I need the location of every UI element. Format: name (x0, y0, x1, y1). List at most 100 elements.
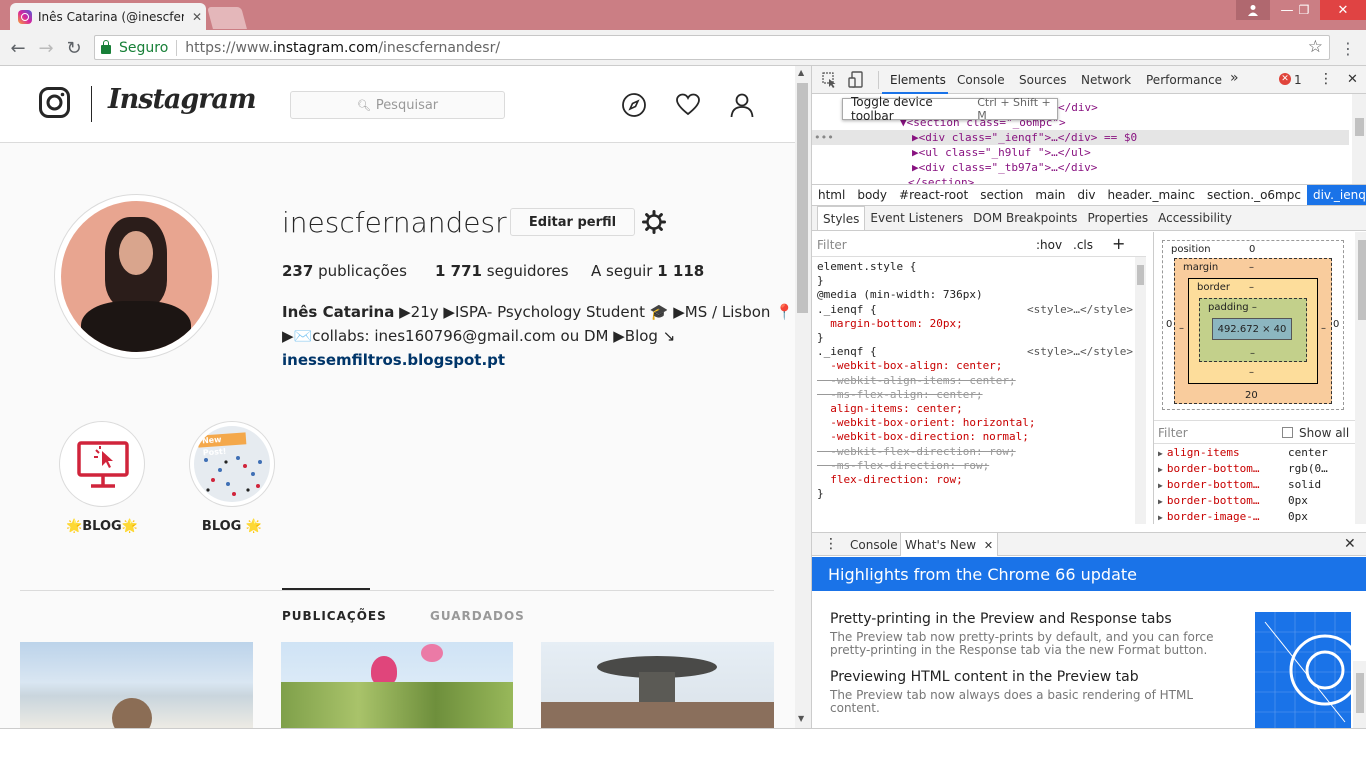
story-highlight-2[interactable]: New Post! (189, 421, 275, 507)
browser-tab-active[interactable]: Inês Catarina (@inescferr ✕ (10, 3, 206, 30)
scrollbar-thumb[interactable] (797, 83, 808, 313)
style-rule-line[interactable]: -webkit-align-items: center; (817, 374, 1137, 388)
instagram-wordmark[interactable]: Instagram (108, 84, 257, 115)
breadcrumb-section-o6mpc[interactable]: section._o6mpc (1201, 185, 1307, 205)
add-rule-icon[interactable]: + (1112, 234, 1125, 253)
close-tab-icon[interactable]: ✕ (984, 539, 993, 552)
inspect-element-icon[interactable] (822, 72, 838, 88)
restore-icon[interactable]: ❐ (1287, 0, 1321, 20)
devtools-tab-console[interactable]: Console (957, 73, 1005, 87)
expand-triangle-icon[interactable]: ▶ (1158, 481, 1163, 490)
expand-triangle-icon[interactable]: ▶ (1158, 465, 1163, 474)
dom-line-5[interactable]: </section> (908, 175, 1366, 184)
dom-line-3[interactable]: ▶<ul class="_h9luf ">…</ul> (912, 145, 1366, 160)
style-rule-line[interactable]: element.style { (817, 260, 1137, 274)
style-rule-line[interactable]: -ms-flex-align: center; (817, 388, 1137, 402)
devtools-menu-icon[interactable]: ⋮ (1319, 71, 1333, 87)
breadcrumb-div[interactable]: div (1071, 185, 1101, 205)
profile-person-icon[interactable] (729, 92, 755, 118)
subtab-event-listeners[interactable]: Event Listeners (865, 206, 968, 230)
drawer-close-icon[interactable]: ✕ (1344, 536, 1356, 552)
device-toolbar-icon[interactable] (848, 71, 864, 89)
style-source-link[interactable]: <style>…</style> (1027, 345, 1133, 359)
breadcrumb-body[interactable]: body (851, 185, 893, 205)
computed-prop-row[interactable]: ▶ border-bottom… 0px (1158, 494, 1354, 510)
subtab-properties[interactable]: Properties (1082, 206, 1153, 230)
profile-avatar[interactable] (54, 194, 219, 359)
post-thumbnail-2[interactable] (281, 642, 513, 728)
dom-line-4[interactable]: ▶<div class="_tb97a">…</div> (912, 160, 1366, 175)
bookmark-star-icon[interactable]: ☆ (1308, 37, 1323, 57)
back-arrow-icon[interactable]: ← (6, 36, 30, 60)
expand-triangle-icon[interactable]: ▶ (1158, 449, 1163, 458)
browser-menu-icon[interactable]: ⋮ (1336, 36, 1360, 60)
show-all-checkbox[interactable] (1282, 427, 1293, 438)
computed-prop-row[interactable]: ▶ border-bottom… solid (1158, 478, 1354, 494)
breadcrumb-react-root[interactable]: #react-root (893, 185, 974, 205)
devtools-tab-network[interactable]: Network (1081, 73, 1131, 87)
subtab-styles[interactable]: Styles (817, 206, 866, 230)
styles-filter-input[interactable]: Filter (817, 238, 847, 252)
style-rule-line[interactable]: } (817, 487, 1137, 501)
style-rule-line[interactable]: -webkit-flex-direction: row; (817, 445, 1137, 459)
breadcrumb-main[interactable]: main (1029, 185, 1071, 205)
post-thumbnail-3[interactable] (541, 642, 774, 728)
subtab-dom-breakpoints[interactable]: DOM Breakpoints (968, 206, 1082, 230)
new-tab-button[interactable] (207, 7, 247, 29)
style-rule-line[interactable]: flex-direction: row; (817, 473, 1137, 487)
style-rule-line[interactable]: @media (min-width: 736px) (817, 288, 1137, 302)
close-window-icon[interactable]: ✕ (1320, 0, 1366, 20)
breadcrumb-html[interactable]: html (812, 185, 851, 205)
edit-profile-button[interactable]: Editar perfil (510, 208, 635, 236)
error-count[interactable]: 1 (1294, 73, 1302, 87)
activity-heart-icon[interactable] (675, 92, 701, 118)
devtools-tab-elements[interactable]: Elements (890, 73, 946, 87)
drawer-menu-icon[interactable]: ⋮ (824, 536, 838, 552)
drawer-tab-whats-new[interactable]: What's New ✕ (900, 533, 999, 556)
expand-triangle-icon[interactable]: ▶ (1158, 513, 1163, 522)
explore-compass-icon[interactable] (621, 92, 647, 118)
breadcrumb-selected[interactable]: div._ienqf (1306, 185, 1366, 205)
following-stat[interactable]: A seguir 1 118 (591, 262, 704, 280)
style-source-link[interactable]: <style>…</style> (1027, 303, 1133, 317)
style-rule-line[interactable]: align-items: center; (817, 402, 1137, 416)
followers-stat[interactable]: 1 771 seguidores (435, 262, 569, 280)
post-thumbnail-1[interactable] (20, 642, 253, 728)
computed-prop-row[interactable]: ▶ border-bottom… rgb(0… (1158, 462, 1354, 478)
styles-scrollbar[interactable] (1135, 257, 1146, 524)
computed-prop-row[interactable]: ▶ border-image-… 0px (1158, 510, 1354, 526)
style-rule-line[interactable]: margin-bottom: 20px; (817, 317, 1137, 331)
expand-triangle-icon[interactable]: ▶ (1158, 497, 1163, 506)
error-icon[interactable]: ✕ (1279, 73, 1291, 85)
forward-arrow-icon[interactable]: → (34, 36, 58, 60)
devtools-tab-sources[interactable]: Sources (1019, 73, 1066, 87)
devtools-tab-performance[interactable]: Performance (1146, 73, 1222, 87)
user-profile-icon[interactable] (1236, 0, 1270, 20)
devtools-close-icon[interactable]: ✕ (1347, 72, 1358, 87)
style-rule-line[interactable]: -webkit-box-orient: horizontal; (817, 416, 1137, 430)
bio-link[interactable]: inessemfiltros.blogspot.pt (282, 351, 505, 369)
instagram-camera-logo-icon[interactable] (39, 87, 70, 118)
cls-toggle[interactable]: .cls (1073, 238, 1093, 252)
more-tabs-chevron[interactable]: » (1230, 70, 1239, 86)
style-rule-line[interactable]: } (817, 274, 1137, 288)
computed-filter-input[interactable]: Filter (1158, 426, 1188, 440)
reload-icon[interactable]: ↻ (62, 36, 86, 60)
tab-saved[interactable]: GUARDADOS (430, 609, 525, 623)
style-rule-line[interactable]: ._ienqf {<style>…</style> (817, 303, 1137, 317)
story-highlight-1[interactable] (59, 421, 145, 507)
tab-posts[interactable]: PUBLICAÇÕES (282, 609, 387, 623)
whats-new-item-1-title[interactable]: Pretty-printing in the Preview and Respo… (830, 611, 1230, 627)
style-rule-line[interactable]: ._ienqf {<style>…</style> (817, 345, 1137, 359)
style-rule-line[interactable]: -webkit-box-align: center; (817, 359, 1137, 373)
elements-scrollbar[interactable] (1352, 94, 1366, 184)
subtab-accessibility[interactable]: Accessibility (1153, 206, 1237, 230)
style-rule-line[interactable]: -ms-flex-direction: row; (817, 459, 1137, 473)
whats-new-scrollbar[interactable] (1353, 661, 1366, 728)
breadcrumb-section[interactable]: section (974, 185, 1029, 205)
search-input[interactable]: 🔍︎ Pesquisar (290, 91, 505, 119)
style-rule-line[interactable]: -webkit-box-direction: normal; (817, 430, 1137, 444)
drawer-tab-console[interactable]: Console (850, 538, 898, 552)
tab-close-icon[interactable]: ✕ (192, 10, 202, 24)
computed-prop-row[interactable]: ▶ align-items center (1158, 446, 1354, 462)
